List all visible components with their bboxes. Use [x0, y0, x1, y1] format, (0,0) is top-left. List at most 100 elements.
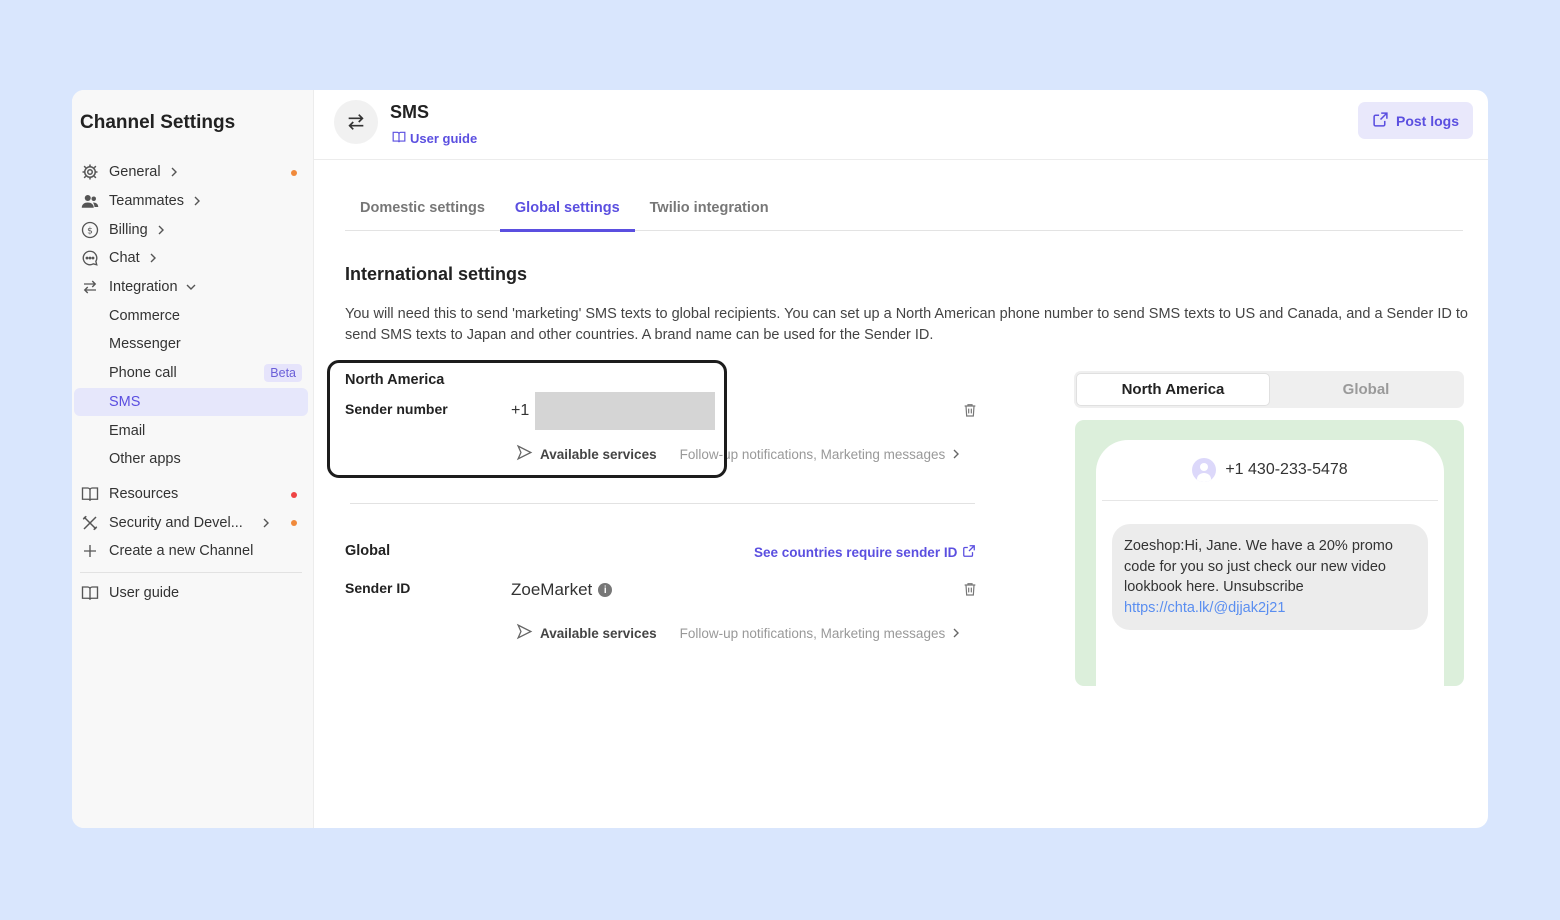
- sidebar-item-billing[interactable]: $ Billing: [74, 215, 308, 244]
- sidebar-item-label: Phone call: [109, 365, 177, 382]
- unsubscribe-link[interactable]: https://chta.lk/@djjak2j21: [1124, 600, 1285, 616]
- sidebar-item-general[interactable]: General: [74, 158, 308, 187]
- user-guide-link[interactable]: User guide: [392, 130, 477, 147]
- book-icon: [80, 583, 100, 603]
- toggle-global[interactable]: Global: [1270, 373, 1462, 406]
- chevron-right-icon: [192, 196, 202, 206]
- sender-id-text: ZoeMarket: [511, 580, 593, 599]
- chevron-right-icon: [951, 628, 961, 638]
- sidebar: Channel Settings General Teammates $ Bil…: [72, 90, 314, 828]
- dollar-icon: $: [80, 220, 100, 240]
- sidebar-item-label: General: [109, 164, 161, 181]
- sidebar-title: Channel Settings: [80, 112, 236, 133]
- available-services-row[interactable]: Available services Follow-up notificatio…: [516, 444, 961, 464]
- tools-icon: [80, 513, 100, 533]
- external-link-icon: [962, 544, 976, 561]
- sidebar-item-integration[interactable]: Integration: [74, 273, 308, 302]
- tab-twilio-integration[interactable]: Twilio integration: [635, 190, 784, 231]
- sender-id-label: Sender ID: [345, 580, 411, 596]
- sidebar-item-email[interactable]: Email: [74, 416, 308, 445]
- external-link-icon: [1372, 111, 1389, 131]
- sidebar-item-user-guide[interactable]: User guide: [74, 579, 308, 608]
- user-guide-label: User guide: [410, 131, 478, 146]
- available-services-label: Available services: [540, 446, 657, 462]
- north-america-label: North America: [345, 372, 445, 388]
- sidebar-item-label: Security and Devel...: [109, 514, 243, 531]
- plus-icon: [80, 541, 100, 561]
- tab-domestic-settings[interactable]: Domestic settings: [345, 190, 500, 231]
- sidebar-item-sms[interactable]: SMS: [74, 387, 308, 417]
- sidebar-divider: [80, 571, 302, 573]
- sidebar-item-messenger[interactable]: Messenger: [74, 330, 308, 359]
- phone-mockup: +1 430-233-5478 Zoeshop:Hi, Jane. We hav…: [1096, 440, 1444, 686]
- phone-divider: [1102, 500, 1438, 501]
- book-icon: [80, 484, 100, 504]
- sender-number-label: Sender number: [345, 401, 448, 417]
- page-title: SMS: [390, 102, 430, 122]
- chevron-right-icon: [169, 167, 179, 177]
- notification-dot: [291, 491, 297, 498]
- see-countries-label: See countries require sender ID: [754, 545, 958, 560]
- sidebar-item-label: Teammates: [109, 193, 184, 210]
- chevron-right-icon: [148, 253, 158, 263]
- send-icon: [516, 623, 533, 643]
- sidebar-item-create-channel[interactable]: Create a new Channel: [74, 537, 308, 566]
- message-bubble: Zoeshop:Hi, Jane. We have a 20% promo co…: [1112, 524, 1428, 630]
- sender-id-value: ZoeMarket i: [511, 580, 613, 600]
- sidebar-item-other-apps[interactable]: Other apps: [74, 445, 308, 474]
- country-code-prefix: +1: [511, 402, 530, 419]
- sidebar-item-label: User guide: [109, 584, 180, 601]
- settings-tabs: Domestic settings Global settings Twilio…: [345, 190, 1463, 232]
- global-label: Global: [345, 543, 391, 559]
- region-toggle: North America Global: [1074, 371, 1464, 408]
- see-countries-link[interactable]: See countries require sender ID: [754, 544, 976, 561]
- svg-text:$: $: [87, 226, 93, 236]
- sidebar-item-label: SMS: [109, 393, 141, 410]
- chevron-right-icon: [156, 225, 166, 235]
- delete-icon[interactable]: [962, 402, 978, 418]
- tab-global-settings[interactable]: Global settings: [499, 190, 635, 232]
- phone-header: +1 430-233-5478: [1096, 440, 1444, 500]
- message-text: Zoeshop:Hi, Jane. We have a 20% promo co…: [1124, 538, 1393, 595]
- sidebar-item-label: Integration: [109, 279, 178, 296]
- sms-preview: +1 430-233-5478 Zoeshop:Hi, Jane. We hav…: [1075, 420, 1464, 686]
- chevron-right-icon: [951, 449, 961, 459]
- sidebar-item-label: Resources: [109, 485, 179, 502]
- sidebar-item-label: Billing: [109, 221, 148, 238]
- sidebar-item-resources[interactable]: Resources: [74, 480, 308, 509]
- avatar: [1192, 458, 1217, 482]
- sidebar-item-teammates[interactable]: Teammates: [74, 187, 308, 216]
- app-window: Channel Settings General Teammates $ Bil…: [72, 90, 1488, 828]
- toggle-north-america[interactable]: North America: [1076, 373, 1270, 406]
- post-logs-button[interactable]: Post logs: [1357, 102, 1473, 139]
- sidebar-item-commerce[interactable]: Commerce: [74, 301, 308, 330]
- delete-icon[interactable]: [962, 581, 978, 597]
- sidebar-item-chat[interactable]: Chat: [74, 244, 308, 273]
- gear-icon: [80, 162, 100, 182]
- chevron-down-icon: [186, 282, 196, 292]
- section-description: You will need this to send 'marketing' S…: [345, 306, 1468, 343]
- available-services-row[interactable]: Available services Follow-up notificatio…: [516, 623, 961, 643]
- notification-dot: [291, 520, 297, 527]
- page-header: SMS User guide Post logs: [314, 90, 1488, 160]
- users-icon: [80, 191, 100, 211]
- post-logs-label: Post logs: [1395, 112, 1459, 129]
- available-services-value: Follow-up notifications, Marketing messa…: [679, 446, 946, 462]
- arrows-icon: [80, 277, 100, 297]
- sidebar-item-label: Other apps: [109, 451, 181, 468]
- sidebar-item-phone-call[interactable]: Phone call Beta: [74, 359, 308, 388]
- sidebar-item-label: Email: [109, 422, 146, 439]
- section-divider: [350, 503, 975, 504]
- section-title: International settings: [345, 264, 528, 284]
- sidebar-item-label: Commerce: [109, 307, 180, 324]
- available-services-label: Available services: [540, 625, 657, 641]
- sender-number-field[interactable]: [535, 392, 715, 430]
- beta-badge: Beta: [264, 363, 302, 382]
- sidebar-item-label: Create a new Channel: [109, 543, 254, 560]
- info-icon[interactable]: i: [598, 583, 613, 597]
- notification-dot: [291, 170, 297, 176]
- sidebar-item-label: Chat: [109, 250, 140, 267]
- chevron-right-icon: [261, 518, 271, 528]
- sidebar-item-security[interactable]: Security and Devel...: [74, 508, 308, 537]
- phone-number: +1 430-233-5478: [1225, 461, 1348, 478]
